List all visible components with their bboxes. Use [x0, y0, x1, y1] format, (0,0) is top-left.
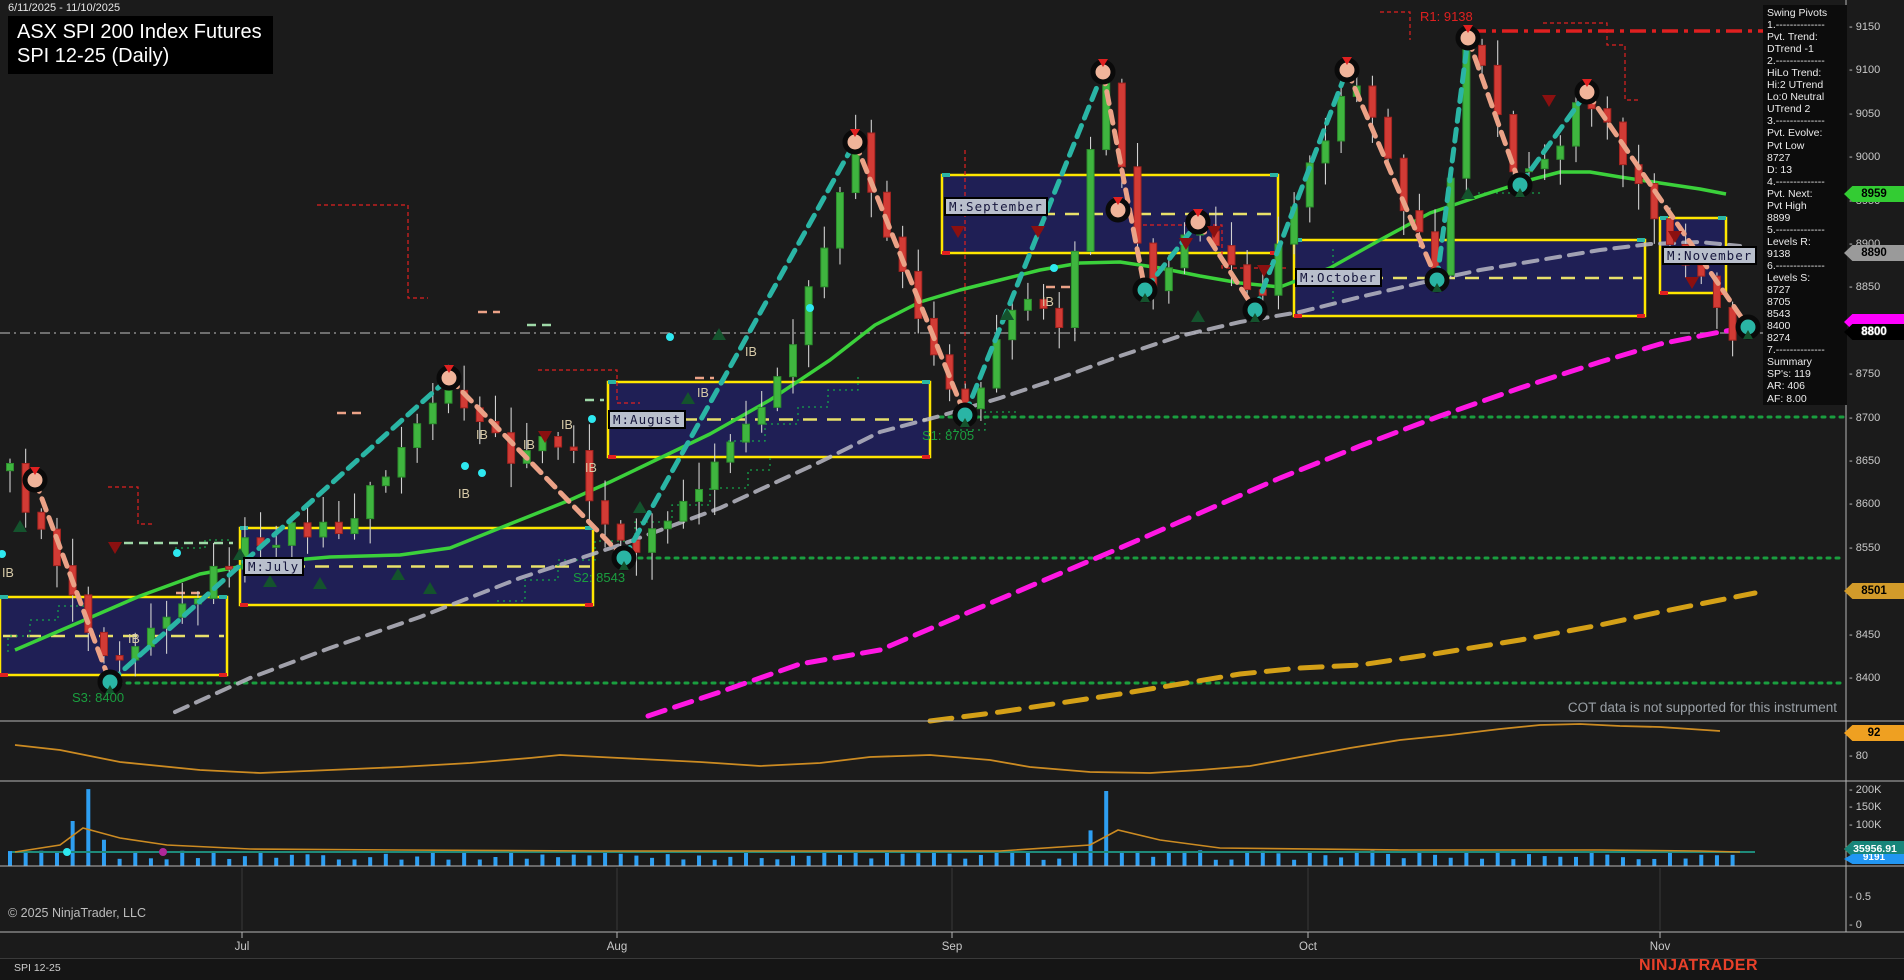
- chart-canvas[interactable]: [0, 0, 1904, 979]
- axis-tick-8400: - 8400: [1849, 672, 1881, 684]
- pivot-panel-line: 8899: [1767, 211, 1791, 224]
- price-tag-9191: 9191: [1844, 854, 1904, 864]
- pivot-panel-line: Pvt Low: [1767, 139, 1805, 152]
- instrument-name: ASX SPI 200 Index Futures: [17, 21, 262, 43]
- pivot-panel-line: 8400: [1767, 320, 1791, 333]
- pivot-panel-line: SP's: 119: [1767, 368, 1811, 381]
- pivot-panel-line: D: 13: [1767, 163, 1793, 176]
- ib-label: IB: [458, 487, 470, 501]
- pivot-panel-line: HiLo Trend:: [1767, 67, 1822, 80]
- ninjatrader-logo: NINJATRADER: [1639, 957, 1758, 974]
- axis-tick-8700: - 8700: [1849, 411, 1881, 424]
- pivot-panel-line: 4.--------------: [1767, 175, 1825, 188]
- axis-tick-200K: - 200K: [1849, 784, 1882, 796]
- pivot-panel-line: 3.--------------: [1767, 115, 1825, 128]
- pivot-panel-line: Pvt. Evolve:: [1767, 127, 1823, 140]
- pivot-panel-line: 1.--------------: [1767, 19, 1825, 32]
- axis-tick-100K: - 100K: [1849, 819, 1882, 831]
- level-label-r1: R1: 9138: [1420, 9, 1473, 24]
- level-label-s3: S3: 8400: [72, 690, 125, 705]
- ib-label: IB: [585, 461, 597, 475]
- ib-label: IB: [697, 386, 709, 400]
- pivot-panel-line: 8705: [1767, 296, 1791, 309]
- pivot-panel-line: 5.--------------: [1767, 223, 1825, 236]
- x-axis-month-Sep: Sep: [941, 941, 963, 953]
- pivot-panel-line: Swing Pivots: [1767, 7, 1828, 19]
- pivot-panel-line: DTrend -1: [1767, 43, 1814, 56]
- ib-label: IB: [561, 418, 573, 432]
- pivot-panel-line: 8274: [1767, 332, 1791, 345]
- pivot-panel-line: 8727: [1767, 284, 1791, 297]
- month-box-label-october: M:October: [1295, 268, 1382, 287]
- axis-tick-9050: - 9050: [1849, 107, 1881, 120]
- copyright-text: © 2025 NinjaTrader, LLC: [8, 906, 146, 920]
- month-box-label-september: M:September: [944, 197, 1048, 216]
- ib-label: IB: [1042, 295, 1054, 309]
- x-axis-month-Nov: Nov: [1649, 941, 1671, 953]
- pivot-panel-line: UTrend 2: [1767, 103, 1811, 116]
- level-label-s1: S1: 8705: [922, 428, 975, 443]
- pivot-panel-line: 8727: [1767, 151, 1791, 164]
- pivot-panel-line: Hi:2 UTrend: [1767, 79, 1824, 92]
- axis-tick-8550: - 8550: [1849, 541, 1881, 554]
- month-box-label-november: M:November: [1662, 246, 1758, 265]
- pivot-panel-line: Levels R:: [1767, 235, 1811, 248]
- axis-tick-80: - 80: [1849, 750, 1868, 762]
- axis-tick-0: - 0: [1849, 919, 1862, 931]
- pivot-panel-line: 2.--------------: [1767, 55, 1825, 68]
- swing-pivots-panel: Swing Pivots 1.-------------- Pvt. Trend: D…: [1763, 5, 1847, 405]
- axis-tick-0.5: - 0.5: [1849, 891, 1872, 903]
- pivot-panel-line: Pvt. Next:: [1767, 187, 1813, 200]
- contract-period: SPI 12-25 (Daily): [17, 45, 170, 67]
- pivot-panel-line: 8543: [1767, 308, 1791, 321]
- month-box-label-august: M:August: [608, 410, 687, 429]
- price-tag-92: 92: [1844, 725, 1904, 741]
- pivot-panel-line: AF: 8.00: [1767, 392, 1807, 405]
- price-tag-8959: 8959: [1844, 186, 1904, 202]
- level-label-s2: S2: 8543: [573, 570, 626, 585]
- pivot-panel-line: AR: 406: [1767, 380, 1805, 393]
- pivot-panel-line: Pvt. Trend:: [1767, 31, 1818, 44]
- ib-label: IB: [128, 632, 140, 646]
- date-range: 6/11/2025 - 11/10/2025: [8, 2, 121, 14]
- axis-tick-9000: - 9000: [1849, 151, 1881, 164]
- x-axis-month-Oct: Oct: [1299, 941, 1317, 953]
- month-box-label-july: M:July: [243, 557, 305, 576]
- pivot-panel-line: 9138: [1767, 247, 1791, 260]
- axis-tick-8650: - 8650: [1849, 455, 1881, 467]
- ib-label: IB: [745, 345, 757, 359]
- axis-tick-8850: - 8850: [1849, 281, 1881, 294]
- axis-tick-8600: - 8600: [1849, 498, 1881, 511]
- ib-label: IB: [476, 428, 488, 442]
- chart-window: 6/11/2025 - 11/10/2025 ASX SPI 200 Index…: [0, 0, 1904, 980]
- price-tag-8890: 8890: [1844, 245, 1904, 261]
- price-tag-8800: 8800: [1844, 324, 1904, 340]
- axis-tick-9100: - 9100: [1849, 64, 1881, 77]
- axis-tick-150K: - 150K: [1849, 801, 1882, 813]
- axis-tick-8750: - 8750: [1849, 368, 1881, 381]
- x-axis-month-Jul: Jul: [234, 941, 250, 953]
- pivot-panel-line: 7.--------------: [1767, 344, 1825, 357]
- cot-warning-text: COT data is not supported for this instr…: [1567, 700, 1837, 715]
- pivot-panel-line: Lo:0 Neutral: [1767, 91, 1825, 104]
- ib-label: IB: [2, 566, 14, 580]
- ib-label: IB: [523, 438, 535, 452]
- chart-title: ASX SPI 200 Index Futures SPI 12-25 (Dai…: [8, 16, 273, 74]
- pivot-panel-line: Pvt High: [1767, 199, 1807, 212]
- x-axis-month-Aug: Aug: [606, 941, 628, 953]
- tab-spi-12-25[interactable]: SPI 12-25: [14, 962, 61, 974]
- axis-tick-9150: - 9150: [1849, 21, 1881, 33]
- pivot-panel-line: Levels S:: [1767, 272, 1811, 285]
- price-tag-8501: 8501: [1844, 583, 1904, 599]
- pivot-panel-line: Summary: [1767, 356, 1812, 369]
- axis-tick-8450: - 8450: [1849, 628, 1881, 641]
- pivot-panel-line: 6.--------------: [1767, 259, 1825, 272]
